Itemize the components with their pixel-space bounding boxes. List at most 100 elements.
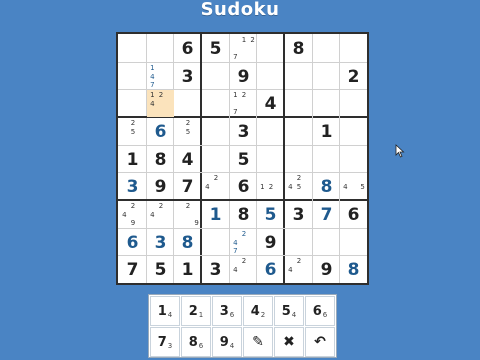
- pencil-mark: [248, 53, 257, 62]
- sudoku-cell[interactable]: 24: [147, 201, 174, 228]
- pencil-button[interactable]: ✎: [243, 327, 273, 357]
- sudoku-cell[interactable]: 25: [119, 118, 146, 145]
- sudoku-cell[interactable]: [174, 90, 201, 117]
- sudoku-cell[interactable]: 8: [147, 146, 174, 173]
- sudoku-cell[interactable]: [340, 146, 367, 173]
- sudoku-cell[interactable]: 3: [230, 118, 257, 145]
- sudoku-cell[interactable]: [340, 118, 367, 145]
- sudoku-cell[interactable]: 3: [174, 63, 201, 90]
- sudoku-cell[interactable]: 29: [174, 201, 201, 228]
- sudoku-cell[interactable]: 3: [119, 173, 146, 200]
- sudoku-cell[interactable]: 6: [119, 229, 146, 256]
- sudoku-cell[interactable]: [202, 63, 229, 90]
- sudoku-cell[interactable]: 8: [285, 35, 312, 62]
- sudoku-cell[interactable]: 2: [340, 63, 367, 90]
- pencil-mark: 2: [250, 36, 255, 44]
- sudoku-cell[interactable]: 9: [313, 256, 340, 283]
- sudoku-cell[interactable]: [313, 229, 340, 256]
- sudoku-cell[interactable]: [313, 35, 340, 62]
- sudoku-cell[interactable]: [202, 229, 229, 256]
- sudoku-cell[interactable]: 24: [285, 256, 312, 283]
- number-key-9[interactable]: 94: [212, 327, 242, 357]
- sudoku-cell[interactable]: 1: [313, 118, 340, 145]
- number-key-4[interactable]: 42: [243, 296, 273, 326]
- sudoku-cell[interactable]: [313, 63, 340, 90]
- sudoku-cell[interactable]: 147: [147, 63, 174, 90]
- sudoku-cell[interactable]: 25: [174, 118, 201, 145]
- sudoku-cell[interactable]: [285, 229, 312, 256]
- number-key-5[interactable]: 54: [274, 296, 304, 326]
- sudoku-cell[interactable]: 1: [202, 201, 229, 228]
- sudoku-cell[interactable]: [119, 35, 146, 62]
- sudoku-cell[interactable]: [119, 90, 146, 117]
- sudoku-cell[interactable]: [147, 35, 174, 62]
- sudoku-cell[interactable]: 9: [147, 173, 174, 200]
- sudoku-cell[interactable]: 4: [257, 90, 284, 117]
- number-key-6[interactable]: 66: [305, 296, 335, 326]
- sudoku-cell[interactable]: [313, 146, 340, 173]
- sudoku-cell[interactable]: [202, 146, 229, 173]
- sudoku-cell[interactable]: [285, 90, 312, 117]
- sudoku-cell[interactable]: 5: [202, 35, 229, 62]
- sudoku-cell[interactable]: 7: [174, 173, 201, 200]
- sudoku-cell[interactable]: 6: [257, 256, 284, 283]
- sudoku-cell[interactable]: 6: [230, 173, 257, 200]
- sudoku-cell[interactable]: 249: [119, 201, 146, 228]
- number-key-8[interactable]: 86: [181, 327, 211, 357]
- sudoku-cell[interactable]: 8: [340, 256, 367, 283]
- erase-button[interactable]: ✖: [274, 327, 304, 357]
- sudoku-cell[interactable]: 6: [174, 35, 201, 62]
- sudoku-cell[interactable]: [285, 118, 312, 145]
- sudoku-cell[interactable]: 5: [147, 256, 174, 283]
- sudoku-cell[interactable]: [340, 35, 367, 62]
- sudoku-cell[interactable]: 8: [174, 229, 201, 256]
- sudoku-cell[interactable]: 12 7: [230, 35, 257, 62]
- sudoku-cell[interactable]: 5: [257, 201, 284, 228]
- sudoku-cell[interactable]: [313, 90, 340, 117]
- sudoku-cell[interactable]: 24: [230, 256, 257, 283]
- sudoku-cell[interactable]: 8: [230, 201, 257, 228]
- sudoku-cell[interactable]: 45: [340, 173, 367, 200]
- sudoku-cell[interactable]: [257, 35, 284, 62]
- sudoku-cell[interactable]: [340, 90, 367, 117]
- sudoku-cell[interactable]: [285, 63, 312, 90]
- sudoku-cell[interactable]: 7: [313, 201, 340, 228]
- sudoku-cell[interactable]: 3: [202, 256, 229, 283]
- undo-button[interactable]: ↶: [305, 327, 335, 357]
- number-key-2[interactable]: 21: [181, 296, 211, 326]
- pencil-mark: 4: [233, 238, 238, 247]
- sudoku-cell[interactable]: [257, 118, 284, 145]
- sudoku-cell[interactable]: 12 7: [230, 90, 257, 117]
- number-key-1[interactable]: 14: [150, 296, 180, 326]
- sudoku-cell[interactable]: [257, 146, 284, 173]
- number-key-3[interactable]: 36: [212, 296, 242, 326]
- pencil-mark: 7: [233, 53, 238, 62]
- sudoku-cell[interactable]: [119, 63, 146, 90]
- sudoku-cell[interactable]: 247: [230, 229, 257, 256]
- sudoku-cell[interactable]: 7: [119, 256, 146, 283]
- sudoku-cell[interactable]: 3: [285, 201, 312, 228]
- pencil-mark: [184, 136, 193, 145]
- sudoku-cell[interactable]: 3: [147, 229, 174, 256]
- sudoku-cell[interactable]: 9: [230, 63, 257, 90]
- sudoku-cell[interactable]: [202, 90, 229, 117]
- sudoku-cell[interactable]: 245: [285, 173, 312, 200]
- sudoku-cell[interactable]: [202, 118, 229, 145]
- sudoku-cell[interactable]: 5: [230, 146, 257, 173]
- sudoku-cell[interactable]: 6: [147, 118, 174, 145]
- sudoku-cell[interactable]: 9: [257, 229, 284, 256]
- sudoku-cell[interactable]: 6: [340, 201, 367, 228]
- sudoku-cell[interactable]: 124: [147, 90, 174, 117]
- sudoku-cell[interactable]: 12: [257, 173, 284, 200]
- cell-value: 9: [154, 176, 167, 197]
- sudoku-cell[interactable]: 24: [202, 173, 229, 200]
- sudoku-cell[interactable]: [285, 146, 312, 173]
- sudoku-cell[interactable]: [257, 63, 284, 90]
- sudoku-cell[interactable]: 1: [174, 256, 201, 283]
- number-key-7[interactable]: 73: [150, 327, 180, 357]
- sudoku-cell[interactable]: 4: [174, 146, 201, 173]
- sudoku-cell[interactable]: [340, 229, 367, 256]
- pencil-mark: 1: [150, 91, 155, 99]
- sudoku-cell[interactable]: 1: [119, 146, 146, 173]
- sudoku-cell[interactable]: 8: [313, 173, 340, 200]
